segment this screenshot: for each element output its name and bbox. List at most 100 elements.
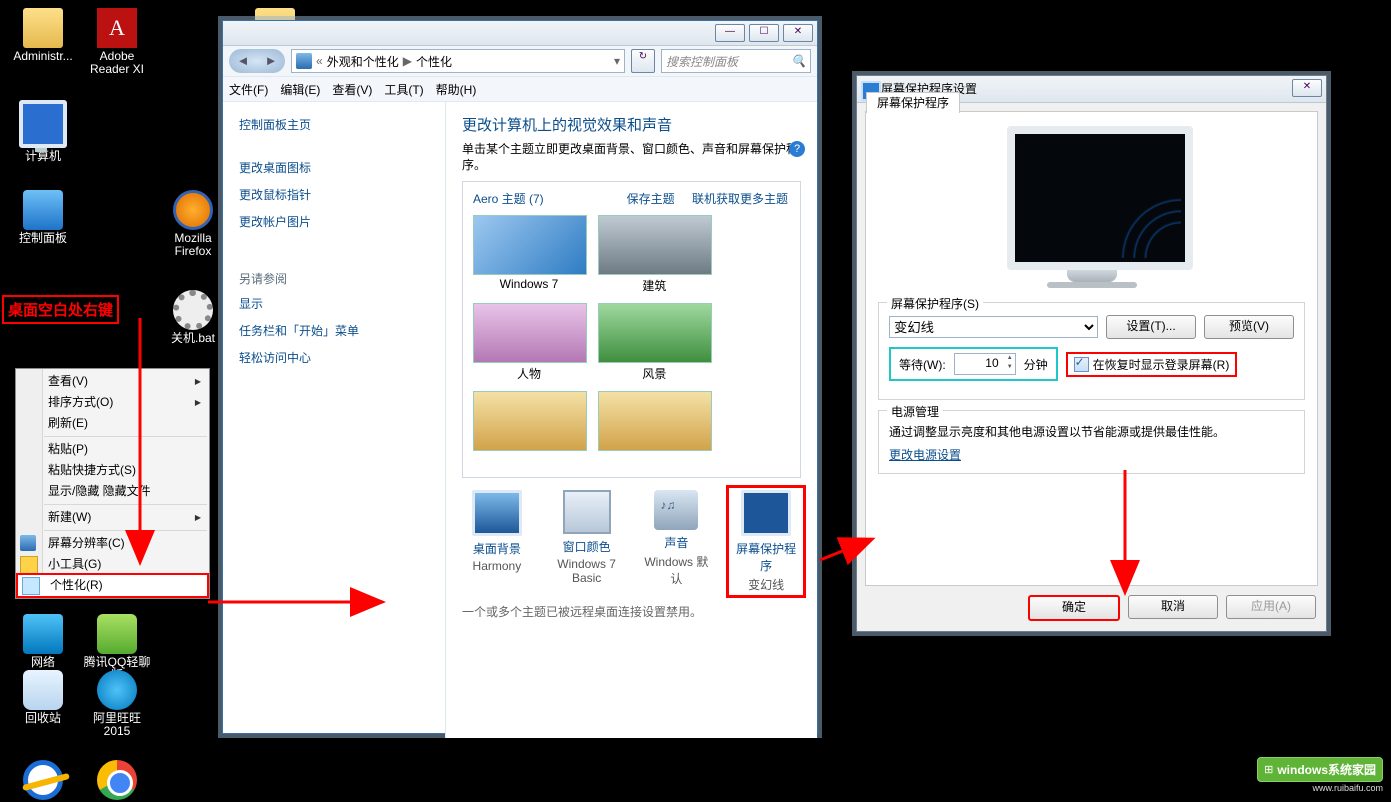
monitor-icon <box>20 535 36 551</box>
ie-icon <box>23 760 63 800</box>
qq-icon <box>97 614 137 654</box>
screensaver-preview <box>1007 126 1177 288</box>
menu-tools[interactable]: 工具(T) <box>384 81 423 98</box>
refresh-button[interactable]: ↻ <box>631 49 655 73</box>
more-themes-link[interactable]: 联机获取更多主题 <box>692 192 788 206</box>
resume-checkbox-box[interactable]: 在恢复时显示登录屏幕(R) <box>1066 352 1238 377</box>
group-power: 电源管理 通过调整显示亮度和其他电源设置以节省能源或提供最佳性能。 更改电源设置 <box>878 410 1305 474</box>
back-icon[interactable]: ◄ <box>229 49 257 73</box>
ctx-gadgets[interactable]: 小工具(G) <box>16 554 209 575</box>
ctx-sort[interactable]: 排序方式(O) <box>16 392 209 413</box>
computer-icon <box>19 100 67 148</box>
sidebar-seealso-item[interactable]: 显示 <box>239 295 429 312</box>
ctx-personalize[interactable]: 个性化(R) <box>16 573 209 598</box>
wait-label: 等待(W): <box>899 356 946 373</box>
tile-wallpaper[interactable]: 桌面背景Harmony <box>462 490 532 593</box>
ctx-refresh[interactable]: 刷新(E) <box>16 413 209 434</box>
settings-button[interactable]: 设置(T)... <box>1106 315 1196 339</box>
power-link[interactable]: 更改电源设置 <box>889 448 961 462</box>
breadcrumb[interactable]: « 外观和个性化 ▶ 个性化 ▾ <box>291 49 625 73</box>
explorer-window: — ☐ ✕ ◄► « 外观和个性化 ▶ 个性化 ▾ ↻ 搜索控制面板🔍 文件(F… <box>222 20 818 734</box>
ctx-separator <box>44 530 207 531</box>
close-button[interactable]: ✕ <box>1292 79 1322 97</box>
close-button[interactable]: ✕ <box>783 24 813 42</box>
desktop-icon-network[interactable]: 网络 <box>8 614 78 669</box>
desktop-icon-firefox[interactable]: Mozilla Firefox <box>158 190 228 258</box>
tile-screensaver[interactable]: 屏幕保护程序变幻线 <box>726 485 806 598</box>
apply-button[interactable]: 应用(A) <box>1226 595 1316 619</box>
desktop-icon-recyclebin[interactable]: 回收站 <box>8 670 78 725</box>
desktop-icon-ie[interactable] <box>8 760 78 802</box>
footnote: 一个或多个主题已被远程桌面连接设置禁用。 <box>462 603 801 620</box>
aliwangwang-icon <box>97 670 137 710</box>
watermark: ⊞windows系统家园 www.ruibaifu.com <box>1257 757 1383 793</box>
ctx-view[interactable]: 查看(V) <box>16 371 209 392</box>
minimize-button[interactable]: — <box>715 24 745 42</box>
sidebar-link[interactable]: 更改鼠标指针 <box>239 186 429 203</box>
checkbox-icon[interactable] <box>1074 357 1089 372</box>
wait-spinner[interactable]: 10 <box>954 353 1016 375</box>
folder-icon <box>23 8 63 48</box>
desktop-icon-admin[interactable]: Administr... <box>8 8 78 63</box>
ctx-paste-shortcut[interactable]: 粘贴快捷方式(S) <box>16 460 209 481</box>
menubar: 文件(F) 编辑(E) 查看(V) 工具(T) 帮助(H) <box>223 76 817 102</box>
chrome-icon <box>97 760 137 800</box>
search-icon: 🔍 <box>791 54 806 68</box>
group-screensaver: 屏幕保护程序(S) 变幻线 设置(T)... 预览(V) 等待(W): 10 分… <box>878 302 1305 400</box>
ctx-hidden-files[interactable]: 显示/隐藏 隐藏文件 <box>16 481 209 502</box>
desktop-icon-computer[interactable]: 计算机 <box>8 100 78 163</box>
monitor-preview <box>1007 126 1193 270</box>
tab-screensaver[interactable]: 屏幕保护程序 <box>866 92 960 113</box>
firefox-icon <box>173 190 213 230</box>
nav-back-forward[interactable]: ◄► <box>229 49 285 73</box>
ok-button[interactable]: 确定 <box>1028 595 1120 621</box>
page-subtitle: 单击某个主题立即更改桌面背景、窗口颜色、声音和屏幕保护程序。 <box>462 141 801 173</box>
sidebar-seealso-head: 另请参阅 <box>239 270 429 287</box>
save-theme-link[interactable]: 保存主题 <box>627 192 675 206</box>
sidebar-link[interactable]: 更改桌面图标 <box>239 159 429 176</box>
desktop-icon-shutdown[interactable]: 关机.bat <box>158 290 228 345</box>
personalize-icon <box>22 577 40 595</box>
ctx-new[interactable]: 新建(W) <box>16 507 209 528</box>
desktop-icon-aliwangwang[interactable]: 阿里旺旺2015 <box>82 670 152 738</box>
sidebar-link[interactable]: 更改帐户图片 <box>239 213 429 230</box>
theme-tile[interactable]: 风景 <box>598 303 710 381</box>
preview-button[interactable]: 预览(V) <box>1204 315 1294 339</box>
breadcrumb-item[interactable]: 外观和个性化 <box>327 53 399 70</box>
titlebar[interactable]: — ☐ ✕ <box>223 21 817 46</box>
screensaver-select[interactable]: 变幻线 <box>889 316 1098 338</box>
sidebar-seealso-item[interactable]: 轻松访问中心 <box>239 349 429 366</box>
help-icon[interactable]: ? <box>789 141 805 157</box>
maximize-button[interactable]: ☐ <box>749 24 779 42</box>
cancel-button[interactable]: 取消 <box>1128 595 1218 619</box>
wait-box: 等待(W): 10 分钟 <box>889 347 1058 381</box>
desktop-icon-controlpanel[interactable]: 控制面板 <box>8 190 78 245</box>
breadcrumb-item[interactable]: 个性化 <box>416 53 452 70</box>
menu-file[interactable]: 文件(F) <box>229 81 268 98</box>
menu-help[interactable]: 帮助(H) <box>436 81 477 98</box>
sidebar-home[interactable]: 控制面板主页 <box>239 116 429 133</box>
annotation-rightclick: 桌面空白处右键 <box>2 295 119 324</box>
tile-windowcolor[interactable]: 窗口颜色Windows 7 Basic <box>552 490 622 593</box>
menu-view[interactable]: 查看(V) <box>332 81 372 98</box>
nav-bar: ◄► « 外观和个性化 ▶ 个性化 ▾ ↻ 搜索控制面板🔍 <box>223 46 817 76</box>
theme-tile[interactable] <box>598 391 710 469</box>
main-panel: ? 更改计算机上的视觉效果和声音 单击某个主题立即更改桌面背景、窗口颜色、声音和… <box>446 102 817 738</box>
theme-tile[interactable]: 建筑 <box>598 215 710 293</box>
search-input[interactable]: 搜索控制面板🔍 <box>661 49 811 73</box>
themes-box: 保存主题 联机获取更多主题 Aero 主题 (7) Windows 7 建筑 人… <box>462 181 801 478</box>
theme-tile[interactable]: Windows 7 <box>473 215 585 293</box>
ctx-paste[interactable]: 粘贴(P) <box>16 439 209 460</box>
forward-icon[interactable]: ► <box>257 49 285 73</box>
desktop-icon-adobe[interactable]: AAdobe Reader XI <box>82 8 152 76</box>
theme-tile[interactable]: 人物 <box>473 303 585 381</box>
ctx-resolution[interactable]: 屏幕分辨率(C) <box>16 533 209 554</box>
sound-icon <box>654 490 698 530</box>
theme-tile[interactable] <box>473 391 585 469</box>
window-color-icon <box>563 490 611 534</box>
menu-edit[interactable]: 编辑(E) <box>280 81 320 98</box>
sidebar-seealso-item[interactable]: 任务栏和「开始」菜单 <box>239 322 429 339</box>
tile-sound[interactable]: 声音Windows 默认 <box>642 490 712 593</box>
desktop-icon-chrome[interactable] <box>82 760 152 802</box>
sidebar: 控制面板主页 更改桌面图标 更改鼠标指针 更改帐户图片 另请参阅 显示 任务栏和… <box>223 102 446 738</box>
